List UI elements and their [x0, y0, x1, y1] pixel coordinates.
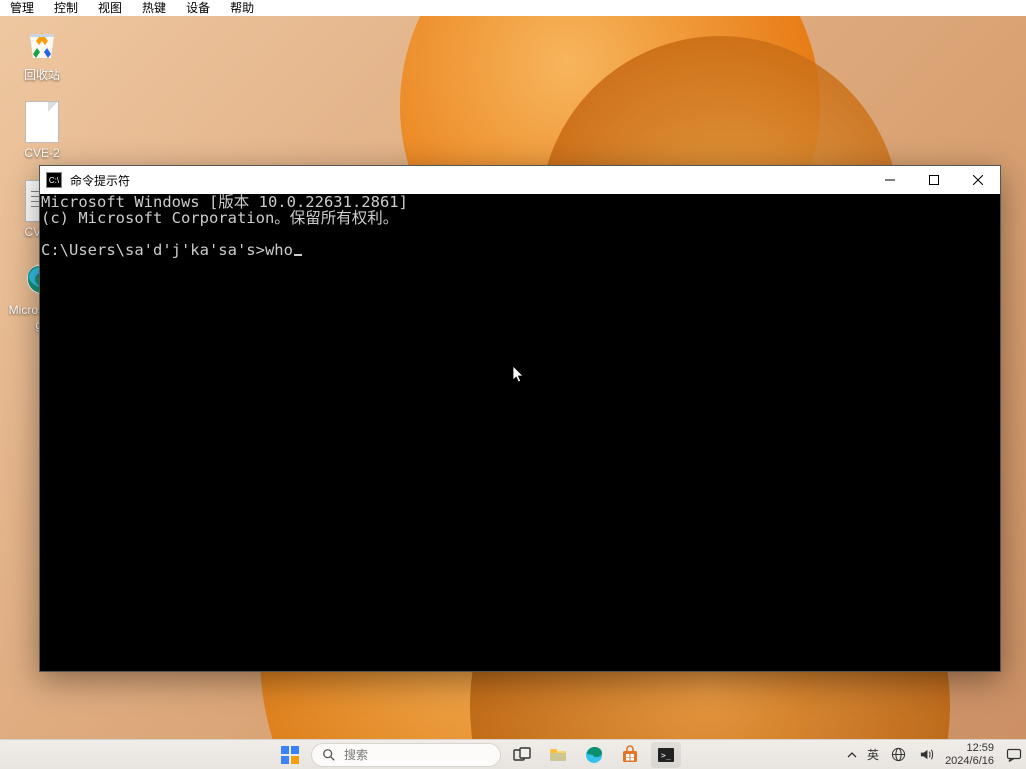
start-button[interactable]	[275, 742, 305, 768]
mouse-cursor-icon	[437, 349, 526, 404]
volume-icon[interactable]	[917, 746, 935, 764]
vnc-menu-item[interactable]: 控制	[44, 0, 88, 16]
svg-text:>_: >_	[661, 751, 671, 760]
search-placeholder: 搜索	[344, 746, 368, 763]
cmd-prompt-line: C:\Users\sa'd'j'ka'sa's>who	[41, 241, 293, 259]
taskbar-clock[interactable]: 12:59 2024/6/16	[945, 742, 994, 766]
taskbar-explorer[interactable]	[543, 742, 573, 768]
vnc-menu-item[interactable]: 视图	[88, 0, 132, 16]
cmd-window[interactable]: C:\ 命令提示符 Microsoft Windows [版本 10.0.226…	[39, 165, 1001, 672]
taskbar-store[interactable]	[615, 742, 645, 768]
search-icon	[322, 748, 336, 762]
clock-date: 2024/6/16	[945, 755, 994, 767]
tray-overflow-button[interactable]	[847, 746, 857, 764]
taskbar-cmd[interactable]: >_	[651, 742, 681, 768]
vnc-menu-item[interactable]: 帮助	[220, 0, 264, 16]
taskbar[interactable]: 搜索 >_ 英 12:59 2024/6/16	[0, 739, 1026, 769]
taskbar-search[interactable]: 搜索	[311, 743, 501, 767]
recycle-bin-icon	[22, 24, 62, 64]
taskbar-center: 搜索 >_	[275, 740, 681, 769]
desktop[interactable]: 回收站 CVE-2 CVE-2 Microsoft Edge C:\ 命令提示符	[0, 16, 1026, 739]
cmd-cursor	[294, 254, 302, 256]
minimize-button[interactable]	[868, 166, 912, 194]
cmd-titlebar[interactable]: C:\ 命令提示符	[40, 166, 1000, 194]
vnc-top-menu: 管理 控制 视图 热键 设备 帮助	[0, 0, 1026, 16]
cmd-icon: C:\	[46, 172, 62, 188]
close-button[interactable]	[956, 166, 1000, 194]
desktop-icon-label: 回收站	[24, 68, 60, 82]
file-icon	[25, 101, 59, 143]
vnc-menu-item[interactable]: 设备	[176, 0, 220, 16]
maximize-button[interactable]	[912, 166, 956, 194]
ime-indicator[interactable]: 英	[867, 746, 879, 763]
clock-time: 12:59	[945, 742, 994, 754]
taskbar-systray: 英 12:59 2024/6/16	[847, 740, 1022, 769]
vnc-menu-item[interactable]: 热键	[132, 0, 176, 16]
desktop-icon-file[interactable]: CVE-2	[6, 102, 78, 160]
cmd-output-line: (c) Microsoft Corporation。保留所有权利。	[41, 209, 398, 227]
task-view-button[interactable]	[507, 742, 537, 768]
taskbar-edge[interactable]	[579, 742, 609, 768]
network-icon[interactable]	[889, 746, 907, 764]
desktop-icon-recycle-bin[interactable]: 回收站	[6, 24, 78, 82]
cmd-console[interactable]: Microsoft Windows [版本 10.0.22631.2861] (…	[40, 194, 1000, 671]
cmd-window-title: 命令提示符	[70, 172, 868, 189]
notifications-button[interactable]	[1006, 747, 1022, 763]
desktop-icon-label: CVE-2	[24, 146, 59, 160]
vnc-menu-item[interactable]: 管理	[0, 0, 44, 16]
